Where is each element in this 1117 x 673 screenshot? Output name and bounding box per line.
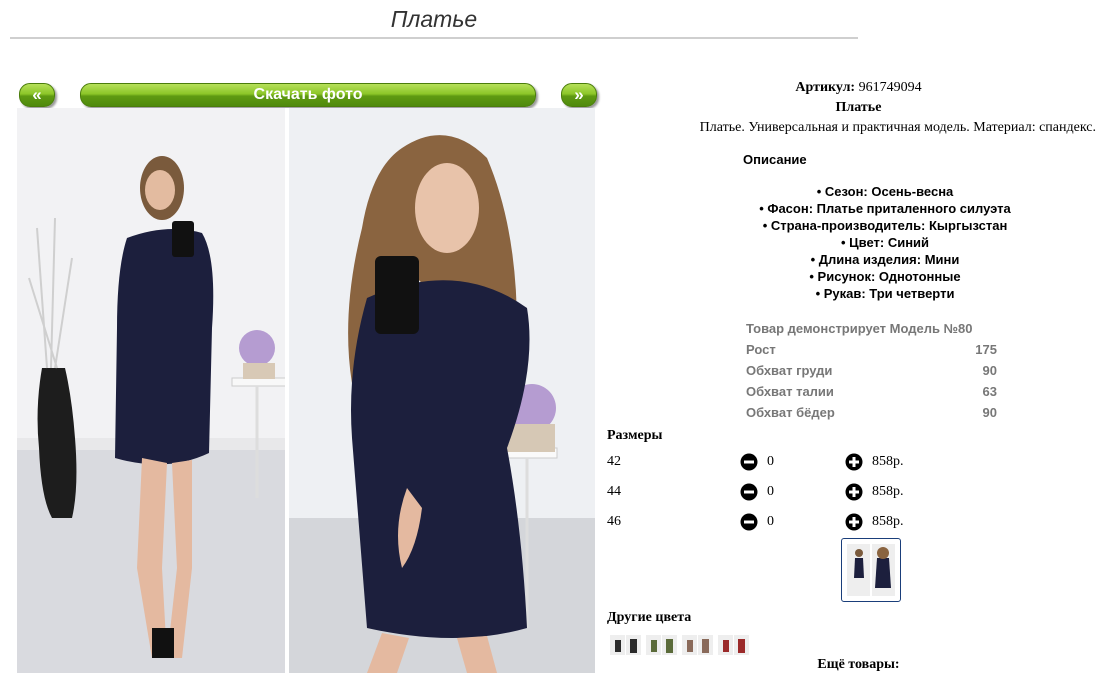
product-photo xyxy=(17,108,595,673)
article-value: 961749094 xyxy=(858,80,922,95)
model-value: 90 xyxy=(982,405,997,420)
feature-item: • Цвет: Синий xyxy=(840,235,930,250)
size-label: 44 xyxy=(607,484,621,499)
feature-item: • Сезон: Осень-весна xyxy=(816,184,954,199)
price-value: 858р. xyxy=(872,484,904,499)
description-heading: Описание xyxy=(743,152,807,167)
model-label: Товар демонстрирует Модель №80 xyxy=(746,321,973,336)
feature-item: • Фасон: Платье приталенного силуэта xyxy=(759,201,1011,216)
qty-value: 0 xyxy=(767,484,774,499)
model-row: Товар демонстрирует Модель №80 xyxy=(746,318,997,339)
model-row: Обхват талии 63 xyxy=(746,381,997,402)
color-thumbnail[interactable] xyxy=(718,635,749,655)
other-colors-list xyxy=(610,635,749,655)
size-row: 46 0 858р. xyxy=(607,512,927,532)
model-label: Обхват талии xyxy=(746,384,834,399)
feature-item: • Страна-производитель: Кыргызстан xyxy=(762,218,1008,233)
more-goods-heading: Ещё товары: xyxy=(817,657,900,672)
qty-value: 0 xyxy=(767,454,774,469)
download-photo-button[interactable]: Скачать фото xyxy=(80,83,536,107)
model-value: 90 xyxy=(982,363,997,378)
article-label: Артикул: xyxy=(795,80,856,95)
increase-qty-button[interactable] xyxy=(845,513,863,538)
prev-photo-button[interactable]: « xyxy=(19,83,55,107)
size-row: 44 0 858р. xyxy=(607,482,927,502)
decrease-qty-button[interactable] xyxy=(740,513,758,538)
size-label: 46 xyxy=(607,514,621,529)
model-row: Рост 175 xyxy=(746,339,997,360)
next-photo-button[interactable]: » xyxy=(561,83,597,107)
price-value: 858р. xyxy=(872,514,904,529)
color-thumbnail[interactable] xyxy=(610,635,641,655)
model-value: 175 xyxy=(975,342,997,357)
size-label: 42 xyxy=(607,454,621,469)
product-name: Платье xyxy=(835,100,882,115)
price-value: 858р. xyxy=(872,454,904,469)
model-measurements: Товар демонстрирует Модель №80 Рост 175 … xyxy=(746,318,997,423)
qty-value: 0 xyxy=(767,514,774,529)
sizes-heading: Размеры xyxy=(607,428,663,443)
feature-item: • Длина изделия: Мини xyxy=(810,252,960,267)
color-thumbnail[interactable] xyxy=(682,635,713,655)
other-colors-heading: Другие цвета xyxy=(607,610,692,625)
feature-list: • Сезон: Осень-весна • Фасон: Платье при… xyxy=(740,183,1030,302)
model-value: 63 xyxy=(982,384,997,399)
decrease-qty-button[interactable] xyxy=(740,483,758,508)
model-label: Обхват груди xyxy=(746,363,833,378)
increase-qty-button[interactable] xyxy=(845,453,863,478)
article-line: Артикул: 961749094 xyxy=(600,80,1117,96)
model-label: Рост xyxy=(746,342,776,357)
model-row: Обхват груди 90 xyxy=(746,360,997,381)
color-thumbnail[interactable] xyxy=(646,635,677,655)
model-row: Обхват бёдер 90 xyxy=(746,402,997,423)
feature-item: • Рисунок: Однотонные xyxy=(809,269,961,284)
product-thumbnail[interactable] xyxy=(841,538,901,602)
feature-item: • Рукав: Три четверти xyxy=(815,286,955,301)
size-row: 42 0 858р. xyxy=(607,452,927,472)
product-description: Платье. Универсальная и практичная модел… xyxy=(699,120,1096,135)
model-label: Обхват бёдер xyxy=(746,405,835,420)
decrease-qty-button[interactable] xyxy=(740,453,758,478)
increase-qty-button[interactable] xyxy=(845,483,863,508)
